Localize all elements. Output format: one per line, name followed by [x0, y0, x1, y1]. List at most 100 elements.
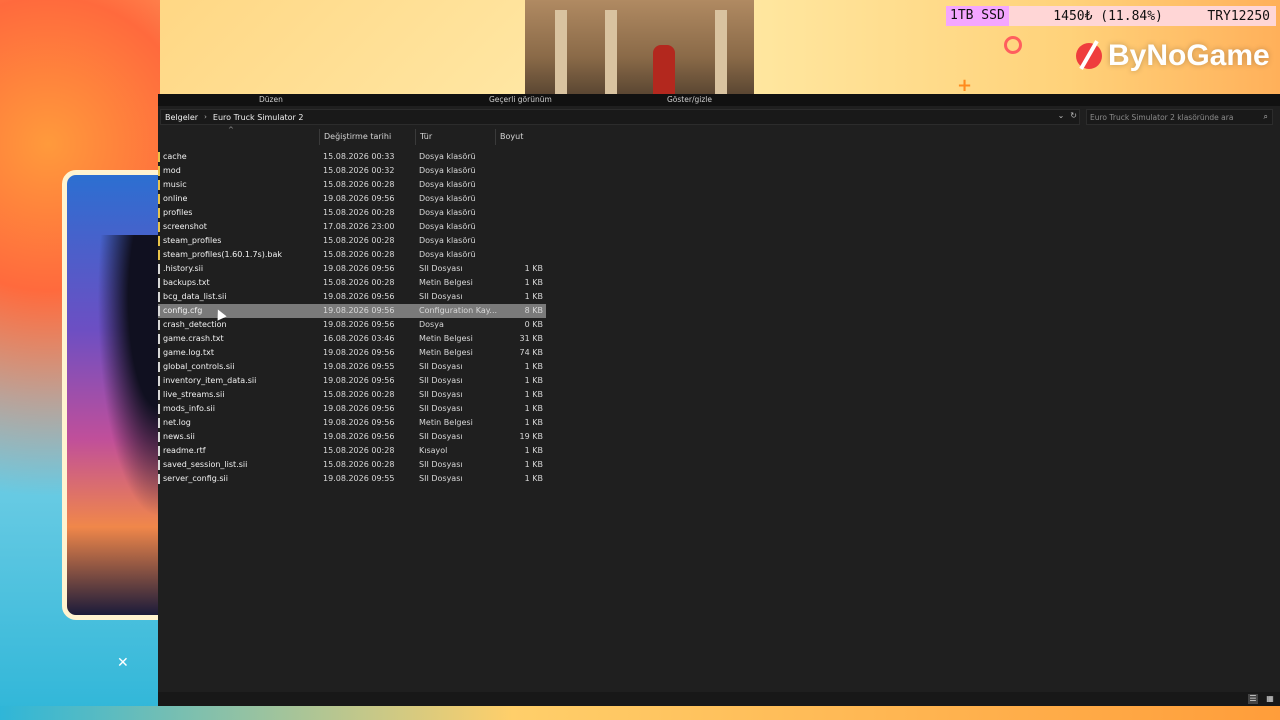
folder-icon [158, 250, 160, 260]
file-name: music [163, 180, 187, 189]
file-date: 19.08.2026 09:56 [323, 306, 395, 315]
file-row[interactable]: live_streams.sii 15.08.2026 00:28 SII Dosy… [158, 388, 546, 402]
file-icon [158, 376, 160, 386]
folder-icon [158, 166, 160, 176]
breadcrumb-ets2[interactable]: Euro Truck Simulator 2 [213, 113, 304, 122]
file-row[interactable]: crash_detection 19.08.2026 09:56 Dosya 0 KB [158, 318, 546, 332]
file-name: readme.rtf [163, 446, 206, 455]
file-row[interactable]: music 15.08.2026 00:28 Dosya klasörü [158, 178, 546, 192]
file-icon [158, 432, 160, 442]
column-size[interactable]: Boyut [495, 129, 548, 145]
file-size: 1 KB [524, 446, 543, 455]
file-size: 31 KB [519, 334, 543, 343]
file-date: 15.08.2026 00:28 [323, 278, 395, 287]
breadcrumb-documents[interactable]: Belgeler [165, 113, 198, 122]
file-date: 15.08.2026 00:32 [323, 166, 395, 175]
sort-indicator-icon: ^ [228, 126, 234, 134]
chevron-down-icon[interactable]: ⌄ [1058, 111, 1065, 120]
file-name: backups.txt [163, 278, 210, 287]
file-name: news.sii [163, 432, 195, 441]
file-name: cache [163, 152, 187, 161]
stats-bar: 1TB SSD 1450₺ (11.84%) TRY12250 [946, 6, 1276, 26]
file-name: config.cfg [163, 306, 203, 315]
file-date: 19.08.2026 09:56 [323, 432, 395, 441]
file-size: 1 KB [524, 264, 543, 273]
address-bar[interactable]: Belgeler › Euro Truck Simulator 2 ⌄ ↻ [160, 109, 1080, 125]
details-view-icon[interactable]: ☰ [1248, 694, 1258, 704]
background-bottom-strip [0, 706, 1280, 720]
file-icon [158, 418, 160, 428]
file-name: saved_session_list.sii [163, 460, 248, 469]
file-type: Dosya klasörü [419, 180, 476, 189]
file-icon [158, 474, 160, 484]
file-type: SII Dosyası [419, 362, 463, 371]
webcam-frame [525, 0, 754, 95]
file-date: 15.08.2026 00:28 [323, 180, 395, 189]
file-row[interactable]: online 19.08.2026 09:56 Dosya klasörü [158, 192, 546, 206]
file-row[interactable]: bcg_data_list.sii 19.08.2026 09:56 SII Dos… [158, 290, 546, 304]
file-row[interactable]: steam_profiles(1.60.1.7s).bak 15.08.2026 … [158, 248, 546, 262]
file-row[interactable]: cache 15.08.2026 00:33 Dosya klasörü [158, 150, 546, 164]
file-name: mod [163, 166, 181, 175]
file-row[interactable]: game.crash.txt 16.08.2026 03:46 Metin Belg… [158, 332, 546, 346]
stat-total: TRY12250 [1207, 8, 1270, 24]
file-type: SII Dosyası [419, 460, 463, 469]
file-name: steam_profiles [163, 236, 222, 245]
file-row[interactable]: backups.txt 15.08.2026 00:28 Metin Belgesi… [158, 276, 546, 290]
file-size: 1 KB [524, 390, 543, 399]
address-bar-row: Belgeler › Euro Truck Simulator 2 ⌄ ↻ Eu… [158, 108, 1280, 126]
ribbon-bar: Düzen Geçerli görünüm Göster/gizle [158, 94, 1280, 106]
file-row[interactable]: profiles 15.08.2026 00:28 Dosya klasörü [158, 206, 546, 220]
folder-icon [158, 152, 160, 162]
file-name: .history.sii [163, 264, 204, 273]
large-icons-view-icon[interactable]: ▦ [1265, 694, 1275, 704]
file-type: SII Dosyası [419, 390, 463, 399]
file-row[interactable]: inventory_item_data.sii 19.08.2026 09:56 S… [158, 374, 546, 388]
file-name: screenshot [163, 222, 207, 231]
column-type[interactable]: Tür [415, 129, 495, 145]
file-name: live_streams.sii [163, 390, 225, 399]
file-row[interactable]: mod 15.08.2026 00:32 Dosya klasörü [158, 164, 546, 178]
file-name: inventory_item_data.sii [163, 376, 257, 385]
file-row[interactable]: mods_info.sii 19.08.2026 09:56 SII Dosyası… [158, 402, 546, 416]
ribbon-current-view[interactable]: Geçerli görünüm [489, 95, 552, 104]
person-figure [653, 45, 675, 95]
file-date: 19.08.2026 09:56 [323, 194, 395, 203]
search-icon[interactable]: ⌕ [1264, 112, 1268, 122]
ring-decoration [1004, 36, 1022, 54]
file-row[interactable]: global_controls.sii 19.08.2026 09:55 SII D… [158, 360, 546, 374]
file-icon [158, 334, 160, 344]
refresh-icon[interactable]: ↻ [1070, 111, 1077, 120]
file-date: 15.08.2026 00:28 [323, 390, 395, 399]
ribbon-layout[interactable]: Düzen [259, 95, 283, 104]
file-name: server_config.sii [163, 474, 228, 483]
file-size: 1 KB [524, 418, 543, 427]
file-type: Dosya klasörü [419, 152, 476, 161]
file-size: 1 KB [524, 474, 543, 483]
file-row[interactable]: screenshot 17.08.2026 23:00 Dosya klasörü [158, 220, 546, 234]
file-explorer-window: Düzen Geçerli görünüm Göster/gizle Belge… [158, 94, 1280, 706]
file-name: bcg_data_list.sii [163, 292, 227, 301]
file-row[interactable]: news.sii 19.08.2026 09:56 SII Dosyası 19 KB [158, 430, 546, 444]
file-row[interactable]: game.log.txt 19.08.2026 09:56 Metin Belges… [158, 346, 546, 360]
file-type: Dosya [419, 320, 444, 329]
file-type: Dosya klasörü [419, 166, 476, 175]
file-row[interactable]: .history.sii 19.08.2026 09:56 SII Dosyası 1… [158, 262, 546, 276]
search-input[interactable]: Euro Truck Simulator 2 klasöründe ara ⌕ [1086, 109, 1273, 125]
file-row[interactable]: readme.rtf 15.08.2026 00:28 Kısayol 1 KB [158, 444, 546, 458]
file-type: Metin Belgesi [419, 348, 473, 357]
file-row[interactable]: steam_profiles 15.08.2026 00:28 Dosya klas… [158, 234, 546, 248]
brand-icon [1076, 43, 1102, 69]
plus-decoration: + [957, 75, 973, 96]
file-row[interactable]: saved_session_list.sii 15.08.2026 00:28 SI… [158, 458, 546, 472]
ribbon-show-hide[interactable]: Göster/gizle [667, 95, 712, 104]
file-row[interactable]: net.log 19.08.2026 09:56 Metin Belgesi 1 KB [158, 416, 546, 430]
file-type: SII Dosyası [419, 432, 463, 441]
file-row[interactable]: server_config.sii 19.08.2026 09:55 SII Dos… [158, 472, 546, 486]
file-size: 8 KB [524, 306, 543, 315]
file-type: SII Dosyası [419, 474, 463, 483]
file-type: Dosya klasörü [419, 194, 476, 203]
column-date-modified[interactable]: Değiştirme tarihi [319, 129, 415, 145]
file-type: SII Dosyası [419, 376, 463, 385]
file-type: SII Dosyası [419, 264, 463, 273]
